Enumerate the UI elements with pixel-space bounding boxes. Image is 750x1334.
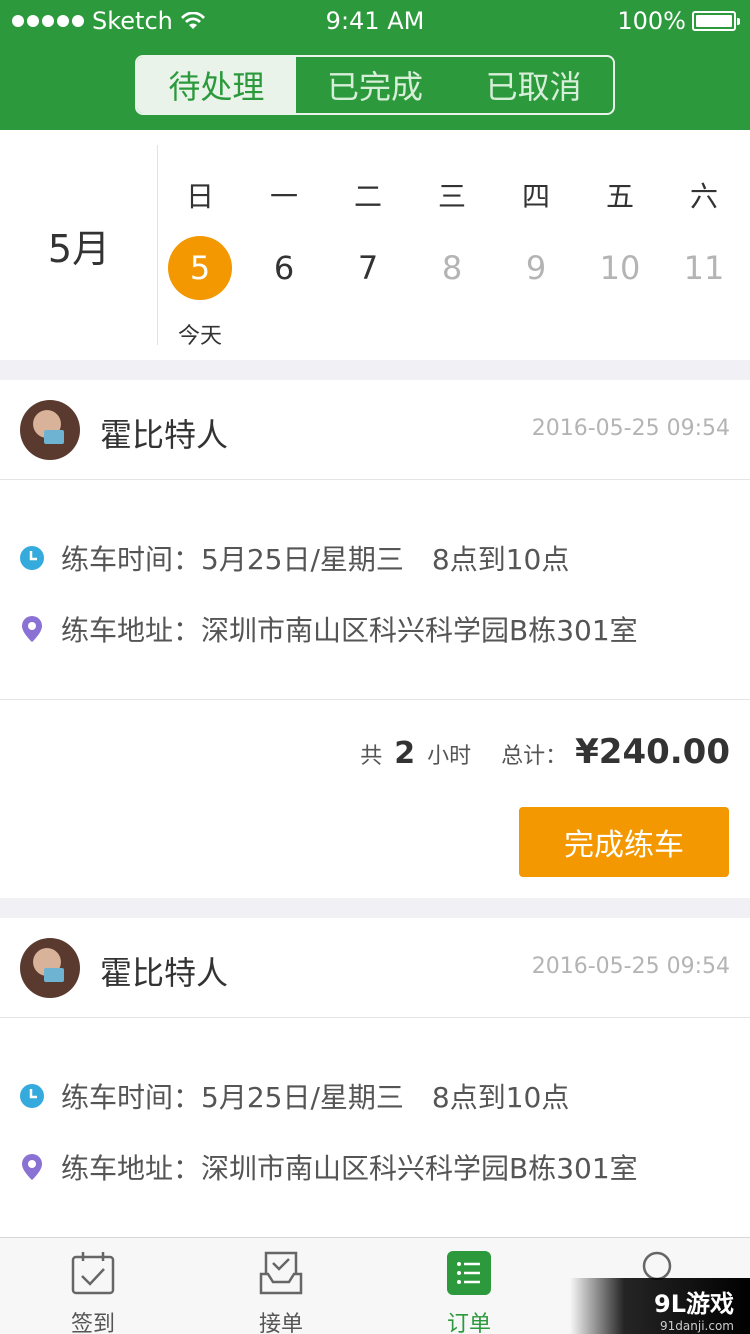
practice-address-value: 深圳市南山区科兴科学园B栋301室 (201, 1152, 638, 1185)
date-item[interactable]: 7 (336, 236, 400, 300)
watermark: 9L游戏 91danji.com (570, 1278, 750, 1334)
practice-address-label: 练车地址： (61, 1152, 202, 1185)
month-label: 5月 (47, 226, 111, 271)
order-card: 霍比特人 2016-05-25 09:54 练车时间： 5月25日/星期三 8点… (0, 380, 750, 898)
date-item[interactable]: 11 (672, 236, 736, 300)
total-prefix: 共 (360, 744, 383, 769)
tab-cancelled[interactable]: 已取消 (454, 57, 613, 113)
watermark-url: 91danji.com (660, 1319, 734, 1333)
weekday-tue: 二 (353, 180, 382, 213)
calendar-check-icon (71, 1252, 115, 1295)
order-card: 霍比特人 2016-05-25 09:54 练车时间： 5月25日/星期三 8点… (0, 918, 750, 1238)
practice-address-value: 深圳市南山区科兴科学园B栋301室 (201, 614, 638, 647)
date-item[interactable]: 9 (504, 236, 568, 300)
battery-icon (692, 11, 740, 31)
date-today[interactable]: 5 (168, 236, 232, 300)
practice-time-value: 5月25日/星期三 8点到10点 (201, 543, 570, 576)
status-right: 100% (617, 7, 740, 35)
status-bar: Sketch 9:41 AM 100% (0, 0, 750, 40)
inbox-check-icon (259, 1251, 303, 1295)
tabbar-checkin[interactable]: 签到 (43, 1250, 143, 1334)
today-label: 今天 (177, 324, 222, 349)
practice-address-label: 练车地址： (61, 614, 202, 647)
practice-address-row: 练车地址： 深圳市南山区科兴科学园B栋301室 (20, 1147, 638, 1187)
tabbar-label: 签到 (70, 1312, 115, 1334)
week-calendar: 5月 日 一 二 三 四 五 六 5 6 7 8 9 10 11 今天 (0, 130, 750, 360)
weekday-sun: 日 (185, 180, 214, 213)
avatar (20, 938, 80, 998)
weekday-fri: 五 (605, 180, 634, 213)
total-hours: 2 (394, 736, 416, 771)
watermark-logo: 9L游戏 (654, 1290, 734, 1318)
practice-address-row: 练车地址： 深圳市南山区科兴科学园B栋301室 (20, 609, 638, 649)
total-price: ¥240.00 (575, 732, 730, 772)
practice-time-row: 练车时间： 5月25日/星期三 8点到10点 (20, 538, 569, 578)
weekday-mon: 一 (269, 180, 298, 213)
student-name: 霍比特人 (100, 416, 229, 454)
practice-time-label: 练车时间： (61, 1081, 202, 1114)
order-datetime: 2016-05-25 09:54 (531, 954, 730, 979)
date-item[interactable]: 8 (420, 236, 484, 300)
order-card-header: 霍比特人 2016-05-25 09:54 (0, 918, 750, 1018)
finish-practice-button[interactable]: 完成练车 (519, 807, 729, 877)
tabbar-orders[interactable]: 订单 (419, 1250, 519, 1334)
order-total: 共 2 小时 总计： ¥240.00 (360, 732, 730, 772)
clock-icon (20, 1083, 44, 1109)
tab-completed[interactable]: 已完成 (296, 57, 455, 113)
battery-percent: 100% (617, 7, 686, 35)
student-name: 霍比特人 (100, 954, 229, 992)
tabbar-accept[interactable]: 接单 (231, 1250, 331, 1334)
location-pin-icon (20, 616, 44, 642)
header: Sketch 9:41 AM 100% 待处理 已完成 已取消 (0, 0, 750, 130)
hours-unit: 小时 (427, 744, 472, 769)
list-icon (447, 1251, 491, 1295)
practice-time-label: 练车时间： (61, 543, 202, 576)
order-card-header: 霍比特人 2016-05-25 09:54 (0, 380, 750, 480)
order-datetime: 2016-05-25 09:54 (531, 416, 730, 441)
location-pin-icon (20, 1154, 44, 1180)
weekday-wed: 三 (437, 180, 466, 213)
order-status-tabs: 待处理 已完成 已取消 (135, 55, 615, 115)
date-item[interactable]: 10 (588, 236, 652, 300)
tabbar-label: 订单 (446, 1312, 491, 1334)
date-item[interactable]: 6 (252, 236, 316, 300)
calendar-divider (157, 145, 158, 345)
weekday-sat: 六 (689, 180, 718, 213)
card-divider (0, 699, 750, 700)
sum-label: 总计： (501, 744, 568, 769)
avatar (20, 400, 80, 460)
clock-icon (20, 545, 44, 571)
tabbar-label: 接单 (258, 1312, 303, 1334)
tab-pending[interactable]: 待处理 (137, 57, 296, 113)
weekday-thu: 四 (521, 180, 550, 213)
practice-time-value: 5月25日/星期三 8点到10点 (201, 1081, 570, 1114)
practice-time-row: 练车时间： 5月25日/星期三 8点到10点 (20, 1076, 569, 1116)
